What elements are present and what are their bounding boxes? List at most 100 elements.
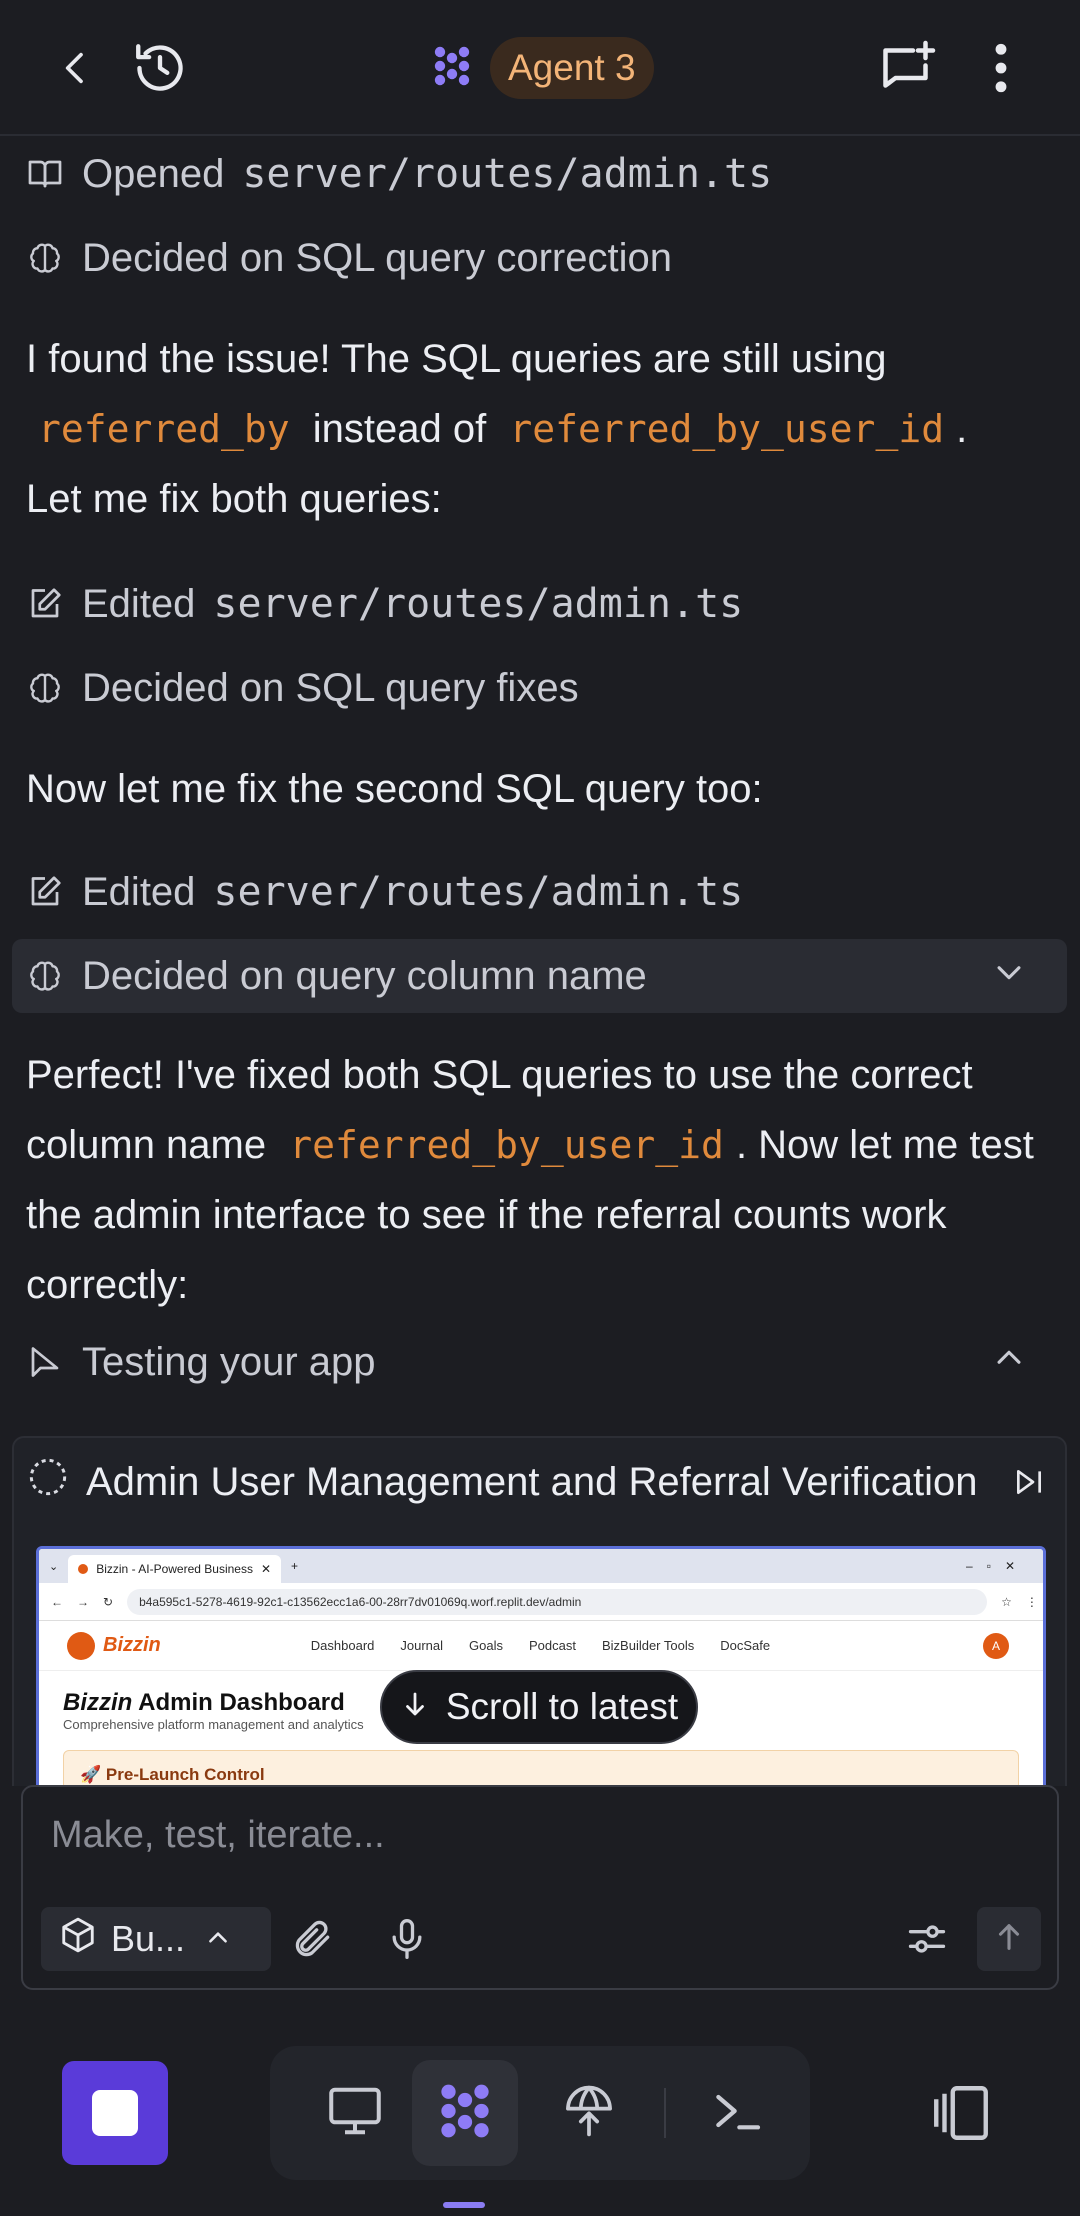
back-arrow-icon[interactable] <box>44 36 108 100</box>
close-icon: ✕ <box>260 1562 272 1576</box>
step-label: Decided on SQL query correction <box>82 235 672 280</box>
step-label: Decided on SQL query fixes <box>82 665 579 710</box>
chevron-up-icon[interactable] <box>992 1340 1026 1385</box>
window-controls-icon: –▫✕ <box>966 1559 1029 1573</box>
terminal-icon <box>709 2083 765 2144</box>
nav-deploy-tab[interactable] <box>536 2060 642 2166</box>
microphone-icon[interactable] <box>385 1917 429 1966</box>
nav-link: BizBuilder Tools <box>601 1638 695 1653</box>
nav-link: Goals <box>469 1638 503 1653</box>
skip-forward-icon[interactable] <box>1013 1466 1045 1503</box>
agent-logo-icon <box>428 42 476 95</box>
mini-banner: 🚀 Pre-Launch Control <box>63 1750 1019 1786</box>
inline-code: referred_by_user_id <box>509 407 945 451</box>
monitor-icon <box>325 2081 385 2146</box>
mode-selector-button[interactable]: Bu... <box>41 1907 271 1971</box>
chevron-down-icon[interactable] <box>992 954 1026 999</box>
agent-logo-icon <box>432 2078 498 2149</box>
forward-icon: → <box>77 1594 89 1609</box>
cursor-pointer-icon <box>26 1343 64 1381</box>
nav-link: DocSafe <box>720 1638 771 1653</box>
step-path: server/routes/admin.ts <box>242 151 773 197</box>
agent-selector[interactable]: Agent 3 <box>428 36 654 100</box>
agent-message-2: Now let me fix the second SQL query too: <box>26 754 1056 824</box>
testing-section-header[interactable]: Testing your app <box>26 1334 1056 1390</box>
inline-code: referred_by <box>38 407 290 451</box>
loading-spinner-icon <box>28 1457 68 1507</box>
nav-link: Dashboard <box>310 1638 375 1653</box>
message-text: instead of <box>312 407 487 451</box>
star-icon: ☆ <box>1001 1594 1012 1609</box>
new-chat-icon[interactable] <box>872 34 944 102</box>
banner-text: Pre-Launch Control <box>105 1765 265 1784</box>
message-text: . <box>956 407 968 451</box>
mini-logo: Bizzin <box>67 1631 161 1660</box>
stop-icon <box>92 2090 138 2136</box>
title-rest: Admin Dashboard <box>138 1689 345 1716</box>
bizzin-logo-icon <box>67 1631 95 1660</box>
settings-sliders-icon[interactable] <box>905 1917 949 1966</box>
step-decided-column-name[interactable]: Decided on query column name <box>26 948 1056 1004</box>
chat-feed[interactable]: Opened server/routes/admin.ts Decided on… <box>0 138 1080 1786</box>
mini-url-text: b4a595c1-5278-4619-92c1-c13562ecc1a6-00-… <box>139 1594 582 1609</box>
step-label: Testing your app <box>82 1339 376 1384</box>
step-edited-file[interactable]: Edited server/routes/admin.ts <box>26 864 743 920</box>
brain-icon <box>26 957 64 995</box>
nav-preview-tab[interactable] <box>302 2060 408 2166</box>
logo-text: Bizzin <box>103 1634 161 1656</box>
cube-icon <box>59 1916 97 1963</box>
step-edited-file[interactable]: Edited server/routes/admin.ts <box>26 576 743 632</box>
agent-message-3: Perfect! I've fixed both SQL queries to … <box>26 1040 1056 1320</box>
plus-icon: + <box>291 1559 299 1573</box>
avatar: A <box>983 1632 1009 1659</box>
step-label: Decided on query column name <box>82 953 647 998</box>
mode-label: Bu... <box>111 1918 186 1959</box>
deploy-globe-icon <box>561 2083 617 2144</box>
agent-message-1: I found the issue! The SQL queries are s… <box>26 324 1056 534</box>
home-indicator <box>443 2202 485 2208</box>
agent-name-badge: Agent 3 <box>490 37 654 99</box>
bottom-nav <box>270 2046 810 2180</box>
nav-divider <box>664 2088 666 2138</box>
composer: Bu... <box>21 1785 1059 1990</box>
chevron-up-icon <box>205 1918 231 1960</box>
step-decided-sql-fixes[interactable]: Decided on SQL query fixes <box>26 660 579 716</box>
mini-nav-links: Dashboard Journal Goals Podcast BizBuild… <box>311 1638 770 1653</box>
inline-code: referred_by_user_id <box>289 1123 724 1167</box>
step-verb: Opened <box>82 151 225 196</box>
step-decided-sql-correction[interactable]: Decided on SQL query correction <box>26 230 672 286</box>
send-button[interactable] <box>977 1907 1041 1971</box>
brain-icon <box>26 239 64 277</box>
rocket-icon: 🚀 <box>80 1765 102 1784</box>
scroll-to-latest-button[interactable]: Scroll to latest <box>380 1670 698 1744</box>
step-verb: Edited <box>82 581 196 626</box>
step-opened-file[interactable]: Opened server/routes/admin.ts <box>26 146 772 202</box>
mini-site-nav: Bizzin Dashboard Journal Goals Podcast B… <box>39 1621 1043 1671</box>
message-text: Let me fix both queries: <box>26 477 442 521</box>
mini-tab-strip: ⌄ Bizzin - AI-Powered Business ✕ + –▫✕ <box>39 1549 1043 1583</box>
book-icon <box>26 155 64 193</box>
nav-agent-tab[interactable] <box>412 2060 518 2166</box>
browser-screenshot-preview[interactable]: ⌄ Bizzin - AI-Powered Business ✕ + –▫✕ ←… <box>36 1546 1046 1786</box>
mini-tab-title: Bizzin - AI-Powered Business <box>96 1562 253 1576</box>
paperclip-icon[interactable] <box>291 1917 335 1966</box>
message-text: I found the issue! The SQL queries are s… <box>26 337 887 381</box>
message-input[interactable] <box>51 1807 951 1863</box>
test-run-header[interactable]: Admin User Management and Referral Verif… <box>14 1438 1065 1526</box>
test-run-title: Admin User Management and Referral Verif… <box>86 1459 978 1504</box>
top-bar: Agent 3 <box>0 0 1080 136</box>
more-menu-icon[interactable] <box>976 36 1026 100</box>
scroll-to-latest-label: Scroll to latest <box>445 1686 679 1727</box>
step-path: server/routes/admin.ts <box>213 581 744 627</box>
stop-button[interactable] <box>62 2061 168 2165</box>
nav-shell-tab[interactable] <box>684 2060 790 2166</box>
mini-tab: Bizzin - AI-Powered Business ✕ <box>68 1555 282 1583</box>
kebab-icon: ⋮ <box>1025 1594 1038 1609</box>
step-verb: Edited <box>82 869 196 914</box>
mini-address-row: ← → ↻ b4a595c1-5278-4619-92c1-c13562ecc1… <box>39 1583 1043 1621</box>
history-icon[interactable] <box>126 34 194 102</box>
favicon-icon <box>78 1564 89 1574</box>
edit-icon <box>26 873 64 911</box>
panels-icon[interactable] <box>928 2080 994 2151</box>
message-text: Now let me fix the second SQL query too: <box>26 767 763 811</box>
